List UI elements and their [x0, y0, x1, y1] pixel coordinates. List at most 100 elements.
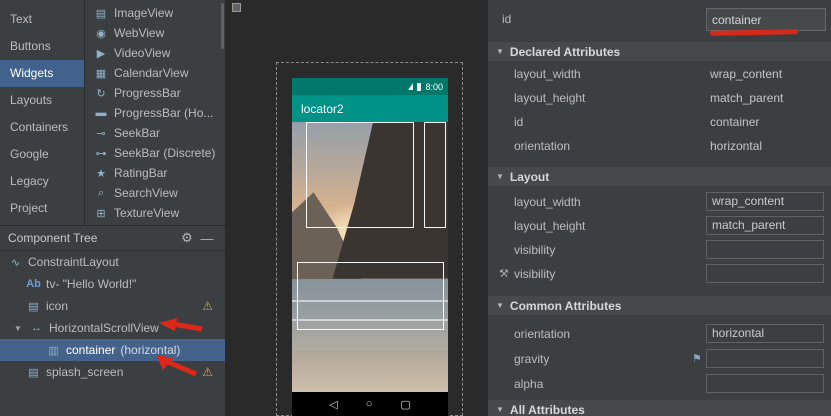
flag-icon[interactable]: ⚑ [692, 347, 702, 371]
palette-category-widgets[interactable]: Widgets [0, 60, 84, 87]
chevron-down-icon: ▼ [496, 47, 504, 56]
attr-value-field[interactable] [706, 374, 824, 393]
attr-value[interactable]: match_parent [710, 86, 783, 110]
attr-row-gravity: gravity ⚑ [488, 347, 831, 371]
tree-item-constraintlayout[interactable]: ∿ ConstraintLayout [0, 251, 225, 273]
palette-category-project[interactable]: Project [0, 195, 84, 222]
attr-label: layout_width [514, 62, 581, 86]
editor-tab-icon [232, 3, 241, 12]
palette-item-label: RatingBar [114, 166, 167, 180]
palette-item-videoview[interactable]: ▶ VideoView [85, 43, 225, 63]
palette-item-progressbar-horizontal[interactable]: ▬ ProgressBar (Ho... [85, 103, 225, 123]
palette-category-buttons[interactable]: Buttons [0, 33, 84, 60]
palette-category-containers[interactable]: Containers [0, 114, 84, 141]
seekbar-discrete-icon: ⊶ [94, 147, 108, 160]
tree-item-textview[interactable]: Ab tv- "Hello World!" [0, 273, 225, 295]
app-bar: locator2 [292, 95, 448, 122]
component-tree-panel: Component Tree ⚙ — ∿ ConstraintLayout Ab… [0, 226, 226, 416]
signal-icon [408, 83, 413, 90]
palette-scrollbar[interactable] [221, 3, 224, 49]
attr-label: visibility [514, 262, 555, 286]
palette-item-progressbar[interactable]: ↻ ProgressBar [85, 83, 225, 103]
palette-panel: Text Buttons Widgets Layouts Containers … [0, 0, 226, 226]
palette-item-searchview[interactable]: ⌕ SearchView [85, 183, 225, 203]
attr-row-visibility: visibility [488, 238, 831, 262]
phone-preview[interactable]: 8:00 locator2 ◁ ○ ▢ [292, 78, 448, 416]
attr-row-layout-height: layout_height match_parent [488, 86, 831, 110]
palette-item-seekbar[interactable]: ⊸ SeekBar [85, 123, 225, 143]
tree-item-splash-screen[interactable]: ▤ splash_screen ⚠ [0, 361, 225, 383]
layout-bounds-rect [306, 122, 414, 228]
nav-bar: ◁ ○ ▢ [292, 392, 448, 416]
section-all-attributes[interactable]: ▼ All Attributes [488, 400, 831, 416]
tree-item-label: HorizontalScrollView [49, 321, 159, 335]
seekbar-icon: ⊸ [94, 127, 108, 140]
section-declared-attributes[interactable]: ▼ Declared Attributes [488, 42, 831, 61]
attr-value-field[interactable] [706, 240, 824, 259]
palette-item-imageview[interactable]: ▤ ImageView [85, 3, 225, 23]
recents-icon: ▢ [400, 398, 410, 411]
palette-item-label: VideoView [114, 46, 170, 60]
section-title: Declared Attributes [510, 45, 620, 59]
tree-item-container[interactable]: ▥ container (horizontal) [0, 339, 225, 361]
attr-value-field[interactable] [706, 264, 824, 283]
constraintlayout-icon: ∿ [8, 256, 23, 269]
tree-item-label: container [66, 343, 115, 357]
back-icon: ◁ [329, 398, 337, 411]
tree-item-icon[interactable]: ▤ icon ⚠ [0, 295, 225, 317]
palette-item-calendarview[interactable]: ▦ CalendarView [85, 63, 225, 83]
attr-value-field[interactable]: wrap_content [706, 192, 824, 211]
linearlayout-icon: ▥ [46, 344, 61, 357]
attr-value-field[interactable]: match_parent [706, 216, 824, 235]
design-canvas[interactable]: 8:00 locator2 ◁ ○ ▢ [226, 0, 487, 416]
status-bar: 8:00 [292, 78, 448, 95]
attr-value[interactable]: horizontal [710, 134, 762, 158]
section-title: Layout [510, 170, 549, 184]
attr-label: alpha [514, 372, 543, 396]
section-layout[interactable]: ▼ Layout [488, 167, 831, 186]
attr-row-layout-height: layout_height match_parent [488, 214, 831, 238]
imageview-icon: ▤ [26, 300, 41, 313]
palette-item-label: ProgressBar [114, 86, 181, 100]
preview-photo [292, 122, 448, 392]
component-tree-header: Component Tree ⚙ — [0, 226, 225, 251]
palette-item-webview[interactable]: ◉ WebView [85, 23, 225, 43]
palette-item-label: SearchView [114, 186, 178, 200]
chevron-down-icon: ▼ [496, 405, 504, 414]
attr-value[interactable]: wrap_content [710, 62, 782, 86]
id-input[interactable] [706, 8, 826, 31]
palette-category-legacy[interactable]: Legacy [0, 168, 84, 195]
palette-item-textureview[interactable]: ⊞ TextureView [85, 203, 225, 223]
palette-item-label: WebView [114, 26, 164, 40]
palette-item-ratingbar[interactable]: ★ RatingBar [85, 163, 225, 183]
ratingbar-icon: ★ [94, 167, 108, 180]
webview-icon: ◉ [94, 27, 108, 40]
calendarview-icon: ▦ [94, 67, 108, 80]
attr-label: visibility [514, 238, 555, 262]
palette-category-google[interactable]: Google [0, 141, 84, 168]
palette-item-label: SeekBar (Discrete) [114, 146, 215, 160]
attr-value-field[interactable] [706, 349, 824, 368]
palette-item-label: ImageView [114, 6, 173, 20]
battery-icon [417, 83, 421, 91]
tree-item-detail: (horizontal) [120, 343, 180, 357]
imageview-icon: ▤ [26, 366, 41, 379]
palette-category-text[interactable]: Text [0, 6, 84, 33]
attr-value[interactable]: container [710, 110, 759, 134]
id-label: id [502, 12, 511, 26]
attr-row-orientation: orientation horizontal [488, 322, 831, 346]
tree-item-label: tv- "Hello World!" [46, 277, 136, 291]
attr-row-id: id container [488, 110, 831, 134]
tree-item-horizontalscrollview[interactable]: ▼ ↔ HorizontalScrollView [0, 317, 225, 339]
palette-category-layouts[interactable]: Layouts [0, 87, 84, 114]
attr-value-field[interactable]: horizontal [706, 324, 824, 343]
warning-icon: ⚠ [202, 365, 213, 379]
palette-item-seekbar-discrete[interactable]: ⊶ SeekBar (Discrete) [85, 143, 225, 163]
gear-icon[interactable]: ⚙ [177, 230, 197, 246]
chevron-down-icon: ▼ [496, 172, 504, 181]
home-icon: ○ [366, 398, 373, 410]
section-common-attributes[interactable]: ▼ Common Attributes [488, 296, 831, 315]
minimize-icon[interactable]: — [197, 231, 217, 246]
expander-icon[interactable]: ▼ [14, 324, 24, 333]
palette-categories: Text Buttons Widgets Layouts Containers … [0, 0, 85, 225]
